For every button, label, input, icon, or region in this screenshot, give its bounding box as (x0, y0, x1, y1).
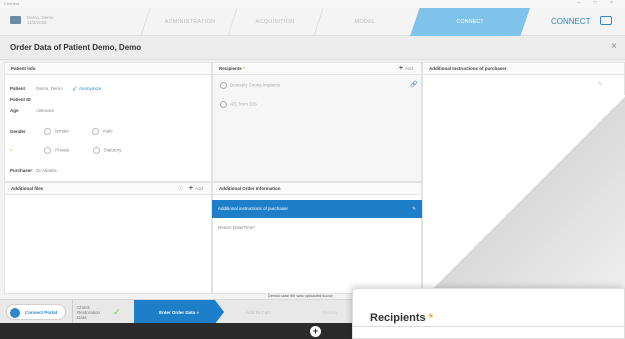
instructions-text-area[interactable] (428, 95, 625, 295)
additional-order-panel: Additional Order Information (212, 182, 422, 294)
link-icon[interactable]: 🔗 (410, 81, 417, 88)
patient-id-row: Patient ID (10, 97, 31, 102)
recipient-item[interactable]: Dentsply Sirona Implants (220, 82, 280, 89)
recipients-zoom-overlay: Recipients * (352, 288, 625, 339)
recipients-heading: Recipients * + Add (213, 63, 421, 75)
tab-administration[interactable]: ADMINISTRATION (150, 8, 230, 36)
patient-chip[interactable]: Demo, Demo 11/2/2018 (10, 15, 54, 25)
additional-instructions-item[interactable]: Additional instructions of purchaser ✎ (212, 200, 422, 218)
edit-icon[interactable]: ✎ (598, 81, 603, 88)
page-title: Order Data of Patient Demo, Demo (10, 43, 142, 52)
page-header: Order Data of Patient Demo, Demo × (0, 36, 625, 60)
private-radio[interactable] (44, 147, 52, 154)
recipient-icon (220, 101, 227, 108)
portal-icon (10, 308, 20, 318)
checkmark-icon: ✓ (113, 306, 121, 317)
patient-info-panel: Patient info (4, 62, 212, 182)
age-value: unknown (36, 108, 55, 113)
checkmark-icon[interactable]: ✓ (72, 86, 78, 93)
window-title: Connect (4, 1, 19, 6)
chat-icon[interactable] (600, 16, 612, 25)
age-row: Age unknown (10, 108, 55, 113)
add-recipient-button[interactable]: + Add (399, 63, 413, 75)
female-radio[interactable] (44, 128, 52, 135)
overlay-title: Recipients * (370, 312, 433, 324)
recipient-item[interactable]: ATL from DIS (220, 101, 257, 108)
brand-label: CONNECT (551, 17, 591, 26)
close-icon[interactable]: × (611, 41, 617, 52)
tab-model[interactable]: MODEL (320, 8, 410, 36)
instructions-heading: Additional instructions of purchaser (423, 63, 624, 75)
statutory-radio[interactable] (92, 147, 100, 154)
patient-info-heading: Patient info (5, 63, 211, 75)
male-radio[interactable] (92, 128, 100, 135)
step-add-to-cart[interactable]: Add To Cart (228, 300, 288, 324)
additional-files-heading: Additional files ⓘ + Add (5, 183, 211, 195)
additional-files-panel: Additional files ⓘ + Add (4, 182, 212, 294)
window-controls[interactable]: – □ × (578, 0, 620, 6)
additional-order-heading: Additional Order Information (213, 183, 421, 195)
purchaser-value: Dr Atlantis (36, 168, 57, 173)
patient-value: Demo, Demo (36, 86, 63, 92)
tab-connect[interactable]: CONNECT (410, 8, 530, 36)
purchaser-row: Purchaser Dr Atlantis (10, 168, 57, 173)
anonymize-label[interactable]: Anonymize (79, 86, 101, 91)
step-check-restoration[interactable]: Check Restoration Data ✓ (72, 300, 130, 324)
tab-acquisition[interactable]: ACQUISITION (235, 8, 315, 36)
add-file-button[interactable]: ⓘ + Add (178, 183, 203, 195)
window-titlebar: Connect – □ × (0, 0, 625, 8)
patient-row: Patient Demo, Demo ✓ Anonymize (10, 86, 102, 93)
gender-row: Gender female male (10, 128, 113, 135)
patient-card-icon (10, 16, 21, 24)
step-submit[interactable]: Submit (300, 300, 360, 324)
return-date-row[interactable]: Return Date/Time* (218, 225, 255, 230)
connect-portal-button[interactable]: Connect Portal (6, 304, 66, 320)
step-enter-order-data[interactable]: Enter Order Data » (134, 300, 224, 324)
insurance-row: * Private Statutory (10, 147, 122, 154)
info-icon: ⓘ (178, 186, 183, 191)
edit-icon: ✎ (412, 206, 416, 211)
recipients-panel: Recipients * + Add (212, 62, 422, 182)
add-icon[interactable]: + (310, 326, 321, 337)
recipient-icon (220, 82, 227, 89)
patient-date: 11/2/2018 (27, 20, 47, 25)
